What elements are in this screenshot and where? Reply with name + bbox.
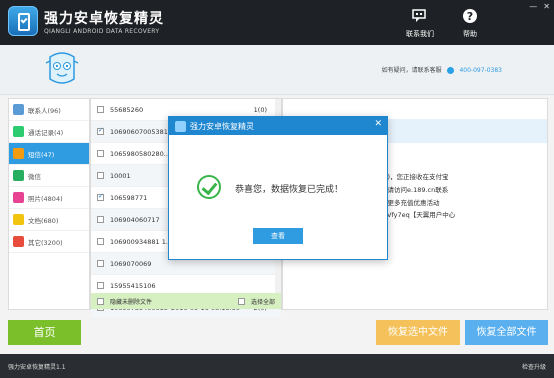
sidebar-item-documents[interactable]: 文档(680) [9,209,89,231]
chat-icon [412,9,426,22]
help-label: 帮助 [463,30,477,38]
svg-text:?: ? [467,10,473,23]
row-checkbox[interactable] [97,282,104,289]
dialog-header: 强力安卓恢复精灵 ✕ [169,117,387,135]
sidebar-item-other[interactable]: 其它(3200) [9,231,89,253]
row-checkbox[interactable] [97,106,104,113]
app-subtitle: QIANGLI ANDROID DATA RECOVERY [44,28,160,35]
other-icon [13,236,24,247]
list-footer: 隐藏未删除文件 选择全部 [91,293,281,309]
contacts-icon [13,104,24,115]
help-button[interactable]: ? 帮助 [450,8,490,39]
contact-info: 如有疑问，请联系客服 400-097-0383 [382,65,502,74]
phone-number: 400-097-0383 [459,67,502,74]
select-all-checkbox[interactable] [237,297,245,305]
contact-text: 如有疑问，请联系客服 [381,67,442,74]
recover-selected-button[interactable]: 恢复选中文件 [376,320,460,345]
sms-icon [13,148,24,159]
sidebar-item-call-log[interactable]: 通话记录(4) [9,121,89,143]
row-checkbox[interactable] [97,192,104,201]
detail-text: 图)，您正接收在支付宝 间请访问e.189.cn联系 获更多充值优惠活动 [381,173,449,207]
recover-all-button[interactable]: 恢复全部文件 [465,320,548,345]
header-banner: 如有疑问，请联系客服 400-097-0383 [0,45,554,95]
success-check-icon [197,175,221,199]
sidebar-item-sms[interactable]: 短信(47) [9,143,89,165]
row-checkbox[interactable] [97,126,104,135]
qq-icon[interactable] [446,67,454,74]
status-bar: 强力安卓恢复精灵1.1 检查升级 [0,354,554,378]
dialog-app-icon [175,120,186,132]
minimize-icon[interactable]: — [529,2,537,11]
title-bar: 强力安卓恢复精灵 QIANGLI ANDROID DATA RECOVERY 联… [0,0,554,45]
sidebar-item-wechat[interactable]: 微信 [9,165,89,187]
sidebar-item-contacts[interactable]: 联系人(96) [9,99,89,121]
version-label: 强力安卓恢复精灵1.1 [8,364,66,371]
close-icon[interactable]: ✕ [374,119,382,129]
document-icon [13,214,24,225]
close-window-icon[interactable]: ✕ [543,2,550,11]
help-icon: ? [463,9,477,23]
recovery-complete-dialog: 强力安卓恢复精灵 ✕ 恭喜您，数据恢复已完成！ 查看 [168,116,388,260]
detail-text-2: Vfy7eq【天翼用户中心 [387,211,456,219]
category-sidebar: 联系人(96) 通话记录(4) 短信(47) 微信 照片(4804) 文档(68… [8,98,90,310]
wechat-icon [13,170,24,181]
hide-deleted-label: 隐藏未删除文件 [110,298,153,306]
mascot-icon [45,52,79,84]
row-checkbox[interactable] [97,216,104,223]
phone-icon [13,126,24,137]
photo-icon [13,192,24,203]
app-logo-icon [8,6,38,36]
hide-deleted-checkbox[interactable] [97,297,104,305]
row-checkbox[interactable] [97,260,104,267]
app-title: 强力安卓恢复精灵 [44,11,164,27]
contact-us-label: 联系我们 [406,30,434,38]
home-button[interactable]: 首页 [8,320,81,345]
view-button[interactable]: 查看 [253,228,303,244]
dialog-message: 恭喜您，数据恢复已完成！ [235,185,344,195]
row-checkbox[interactable] [97,238,104,245]
dialog-title: 强力安卓恢复精灵 [190,121,254,131]
row-checkbox[interactable] [97,150,104,157]
row-checkbox[interactable] [97,172,104,179]
contact-us-button[interactable]: 联系我们 [400,8,440,39]
select-all-label: 选择全部 [250,298,275,306]
check-update-link[interactable]: 检查升级 [522,362,546,371]
sidebar-item-photos[interactable]: 照片(4804) [9,187,89,209]
